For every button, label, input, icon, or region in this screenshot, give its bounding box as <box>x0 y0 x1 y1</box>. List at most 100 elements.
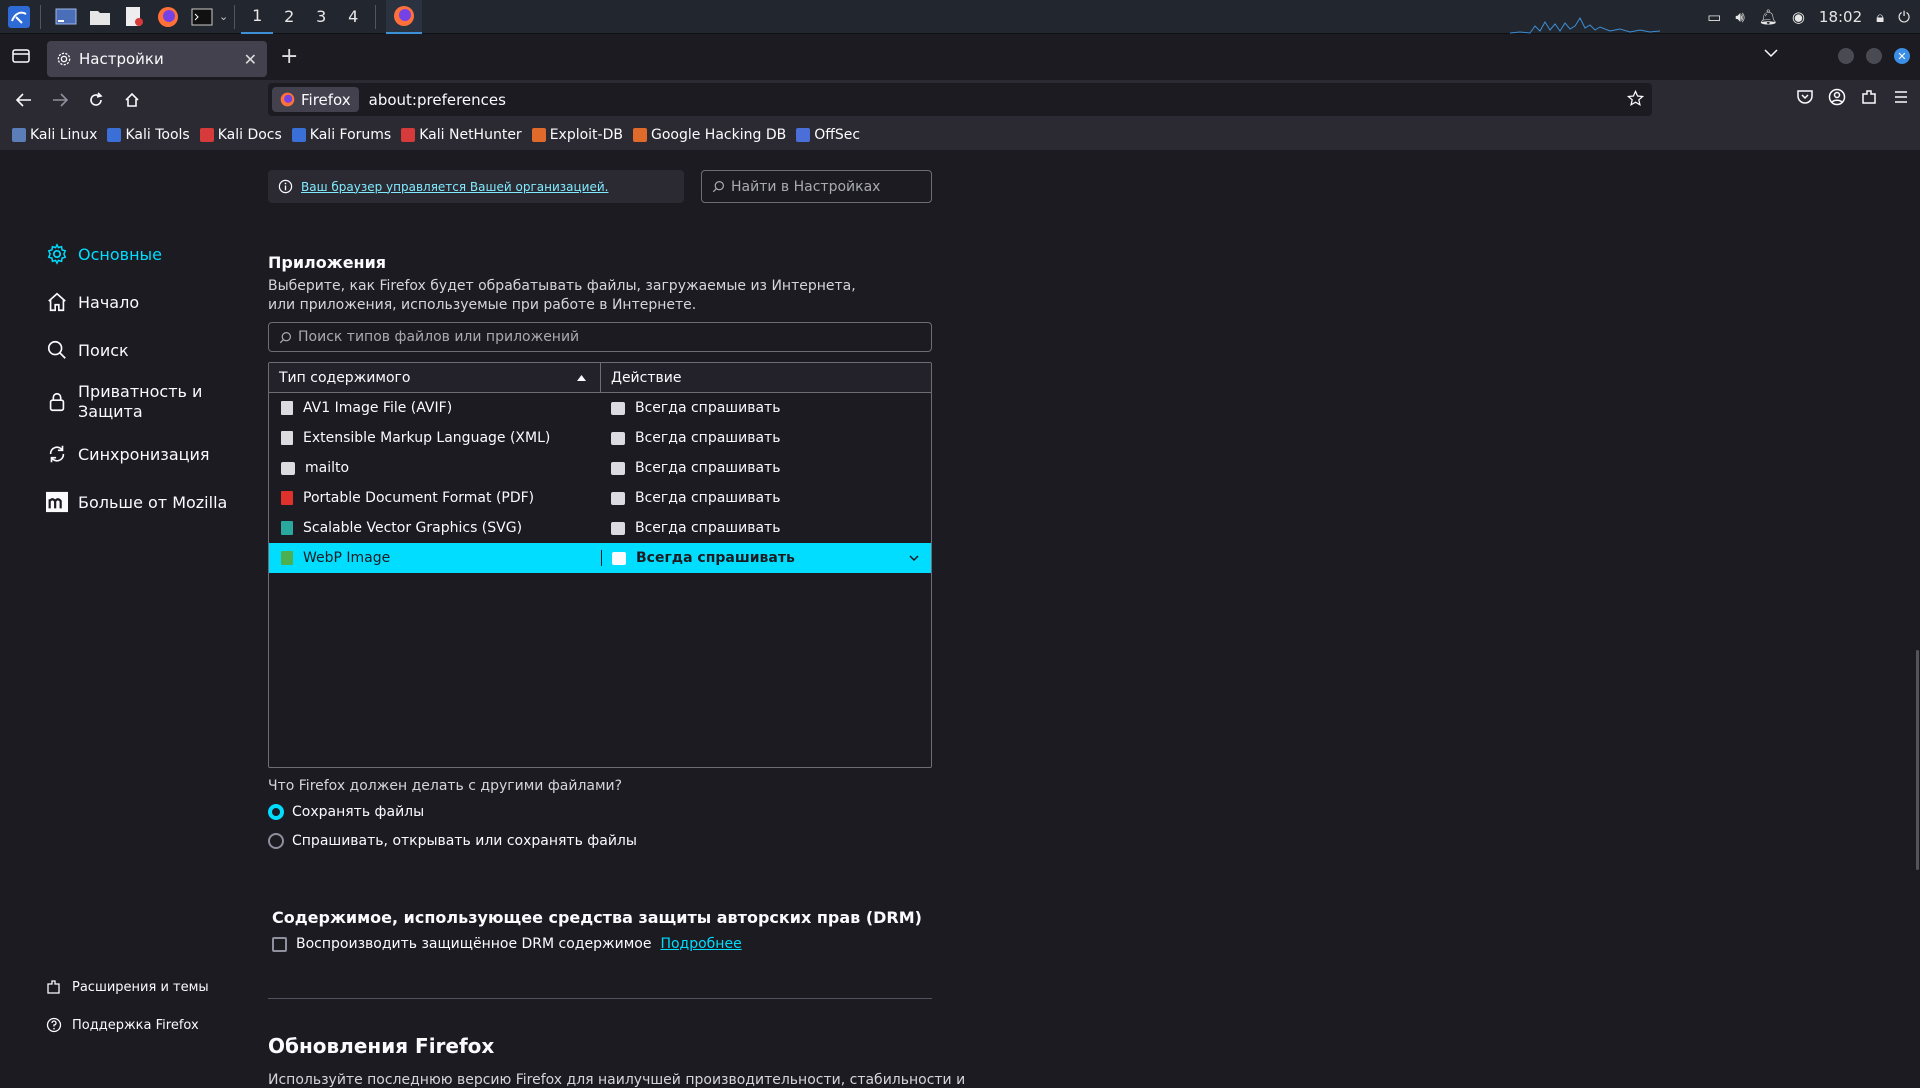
identity-box[interactable]: Firefox <box>272 87 359 112</box>
tab-settings[interactable]: Настройки ✕ <box>47 41 267 77</box>
category-privacy-line2: Защита <box>78 402 143 421</box>
home-icon <box>46 291 68 313</box>
table-row[interactable]: AV1 Image File (AVIF) Всегда спрашивать <box>269 393 931 423</box>
firefox-view-icon[interactable] <box>12 48 30 64</box>
taskbar-separator <box>375 4 377 29</box>
bookmark-kali-tools[interactable]: Kali Tools <box>107 127 190 143</box>
workspace-1[interactable]: 1 <box>241 0 274 34</box>
bookmark-kali-linux[interactable]: Kali Linux <box>12 127 97 143</box>
firefox-window-button[interactable] <box>386 0 423 34</box>
pocket-icon[interactable] <box>1796 88 1814 106</box>
category-sync[interactable]: Синхронизация <box>46 430 246 478</box>
drm-checkbox-label[interactable]: Воспроизводить защищённое DRM содержимое <box>296 936 651 952</box>
mailto-icon <box>281 461 295 475</box>
table-row[interactable]: mailto Всегда спрашивать <box>269 453 931 483</box>
workspace-2[interactable]: 2 <box>273 0 305 34</box>
forward-button[interactable] <box>42 82 78 118</box>
kali-menu-icon[interactable] <box>4 2 34 32</box>
table-row-selected[interactable]: WebP Image Всегда спрашивать <box>269 543 931 573</box>
new-tab-button[interactable]: + <box>280 46 298 68</box>
close-window-button[interactable]: ✕ <box>1894 48 1910 64</box>
firefox-launcher-icon[interactable] <box>153 2 183 32</box>
column-action[interactable]: Действие <box>601 363 681 392</box>
drm-learn-more-link[interactable]: Подробнее <box>660 936 741 952</box>
sort-ascending-icon <box>577 374 586 381</box>
menu-icon[interactable] <box>1892 88 1910 106</box>
column-content-type[interactable]: Тип содержимого <box>269 363 601 392</box>
category-more-from-mozilla[interactable]: Больше от Mozilla <box>46 478 246 526</box>
maximize-button[interactable] <box>1866 48 1882 64</box>
page-scrollbar[interactable] <box>1916 650 1919 870</box>
home-button[interactable] <box>114 82 150 118</box>
terminal-icon[interactable] <box>187 2 217 32</box>
window-controls: ✕ <box>1838 48 1910 64</box>
search-icon <box>279 331 292 344</box>
bookmark-exploit-db[interactable]: Exploit-DB <box>531 127 623 143</box>
settings-search-input[interactable]: Найти в Настройках <box>701 170 932 203</box>
radio-indicator-checked <box>268 804 284 820</box>
bookmarks-toolbar: Kali Linux Kali Tools Kali Docs Kali For… <box>0 120 1920 150</box>
search-icon <box>46 339 68 361</box>
extensions-icon[interactable] <box>1860 88 1878 106</box>
notifications-icon[interactable]: 🔔︎ <box>1759 8 1778 26</box>
applications-description: Выберите, как Firefox будет обрабатывать… <box>268 278 856 313</box>
clock[interactable]: 18:02 <box>1819 8 1862 26</box>
reload-icon <box>90 92 103 106</box>
power-icon[interactable]: ◉ <box>1792 8 1805 26</box>
bookmark-kali-nethunter[interactable]: Kali NetHunter <box>401 127 522 143</box>
table-row[interactable]: Extensible Markup Language (XML) Всегда … <box>269 423 931 453</box>
workspace-3[interactable]: 3 <box>305 0 337 34</box>
bookmark-star-icon[interactable] <box>1627 90 1644 107</box>
desktop-icon[interactable] <box>51 2 81 32</box>
list-all-tabs-icon[interactable] <box>1764 48 1778 58</box>
kali-forums-icon <box>291 128 306 142</box>
firefox-logo-icon <box>280 92 295 107</box>
ask-icon <box>611 401 625 415</box>
close-tab-icon[interactable]: ✕ <box>244 50 257 69</box>
kali-nethunter-icon <box>401 128 416 142</box>
addons-link[interactable]: Расширения и темы <box>46 968 246 1006</box>
radio-save-files[interactable]: Сохранять файлы <box>268 804 424 820</box>
bookmark-kali-forums[interactable]: Kali Forums <box>291 127 391 143</box>
bookmark-kali-docs[interactable]: Kali Docs <box>199 127 282 143</box>
workspace-4[interactable]: 4 <box>337 0 369 34</box>
home-icon <box>125 92 139 107</box>
search-icon <box>712 180 725 193</box>
applications-search-input[interactable]: Поиск типов файлов или приложений <box>268 322 932 352</box>
svg-file-icon <box>281 521 293 535</box>
categories-sidebar: Основные Начало Поиск Приватность и Защит… <box>46 230 246 526</box>
category-search[interactable]: Поиск <box>46 326 246 374</box>
policies-link[interactable]: Ваш браузер управляется Вашей организаци… <box>301 180 608 194</box>
text-editor-icon[interactable] <box>119 2 149 32</box>
category-general[interactable]: Основные <box>46 230 246 278</box>
sync-icon <box>46 443 68 465</box>
url-text[interactable]: about:preferences <box>369 91 506 109</box>
volume-icon[interactable]: 🔊︎ <box>1735 8 1744 26</box>
radio-indicator <box>268 833 284 849</box>
minimize-button[interactable] <box>1838 48 1854 64</box>
action-select[interactable]: Всегда спрашивать <box>601 550 931 566</box>
lock-screen-icon[interactable]: 🔒︎ <box>1876 8 1884 26</box>
category-privacy[interactable]: Приватность и Защита <box>46 374 246 430</box>
applications-table: Тип содержимого Действие AV1 Image File … <box>268 362 932 768</box>
radio-ask-files[interactable]: Спрашивать, открывать или сохранять файл… <box>268 833 637 849</box>
display-icon[interactable]: ▭ <box>1707 8 1721 26</box>
reload-button[interactable] <box>78 82 114 118</box>
back-button[interactable] <box>6 82 42 118</box>
toolbar-actions <box>1796 88 1910 106</box>
bookmark-google-hacking-db[interactable]: Google Hacking DB <box>632 127 786 143</box>
tab-title: Настройки <box>79 50 164 68</box>
offsec-icon <box>796 128 811 142</box>
file-manager-icon[interactable] <box>85 2 115 32</box>
account-icon[interactable] <box>1828 88 1846 106</box>
ask-icon <box>611 521 625 535</box>
category-home[interactable]: Начало <box>46 278 246 326</box>
table-row[interactable]: Scalable Vector Graphics (SVG) Всегда сп… <box>269 513 931 543</box>
drm-checkbox[interactable] <box>272 936 287 952</box>
table-row[interactable]: Portable Document Format (PDF) Всегда сп… <box>269 483 931 513</box>
terminal-dropdown-icon[interactable]: ⌄ <box>219 10 228 23</box>
bookmark-offsec[interactable]: OffSec <box>796 127 860 143</box>
support-link[interactable]: Поддержка Firefox <box>46 1006 246 1044</box>
url-bar[interactable]: Firefox about:preferences <box>268 83 1652 116</box>
logout-icon[interactable]: ⏻ <box>1898 8 1910 26</box>
